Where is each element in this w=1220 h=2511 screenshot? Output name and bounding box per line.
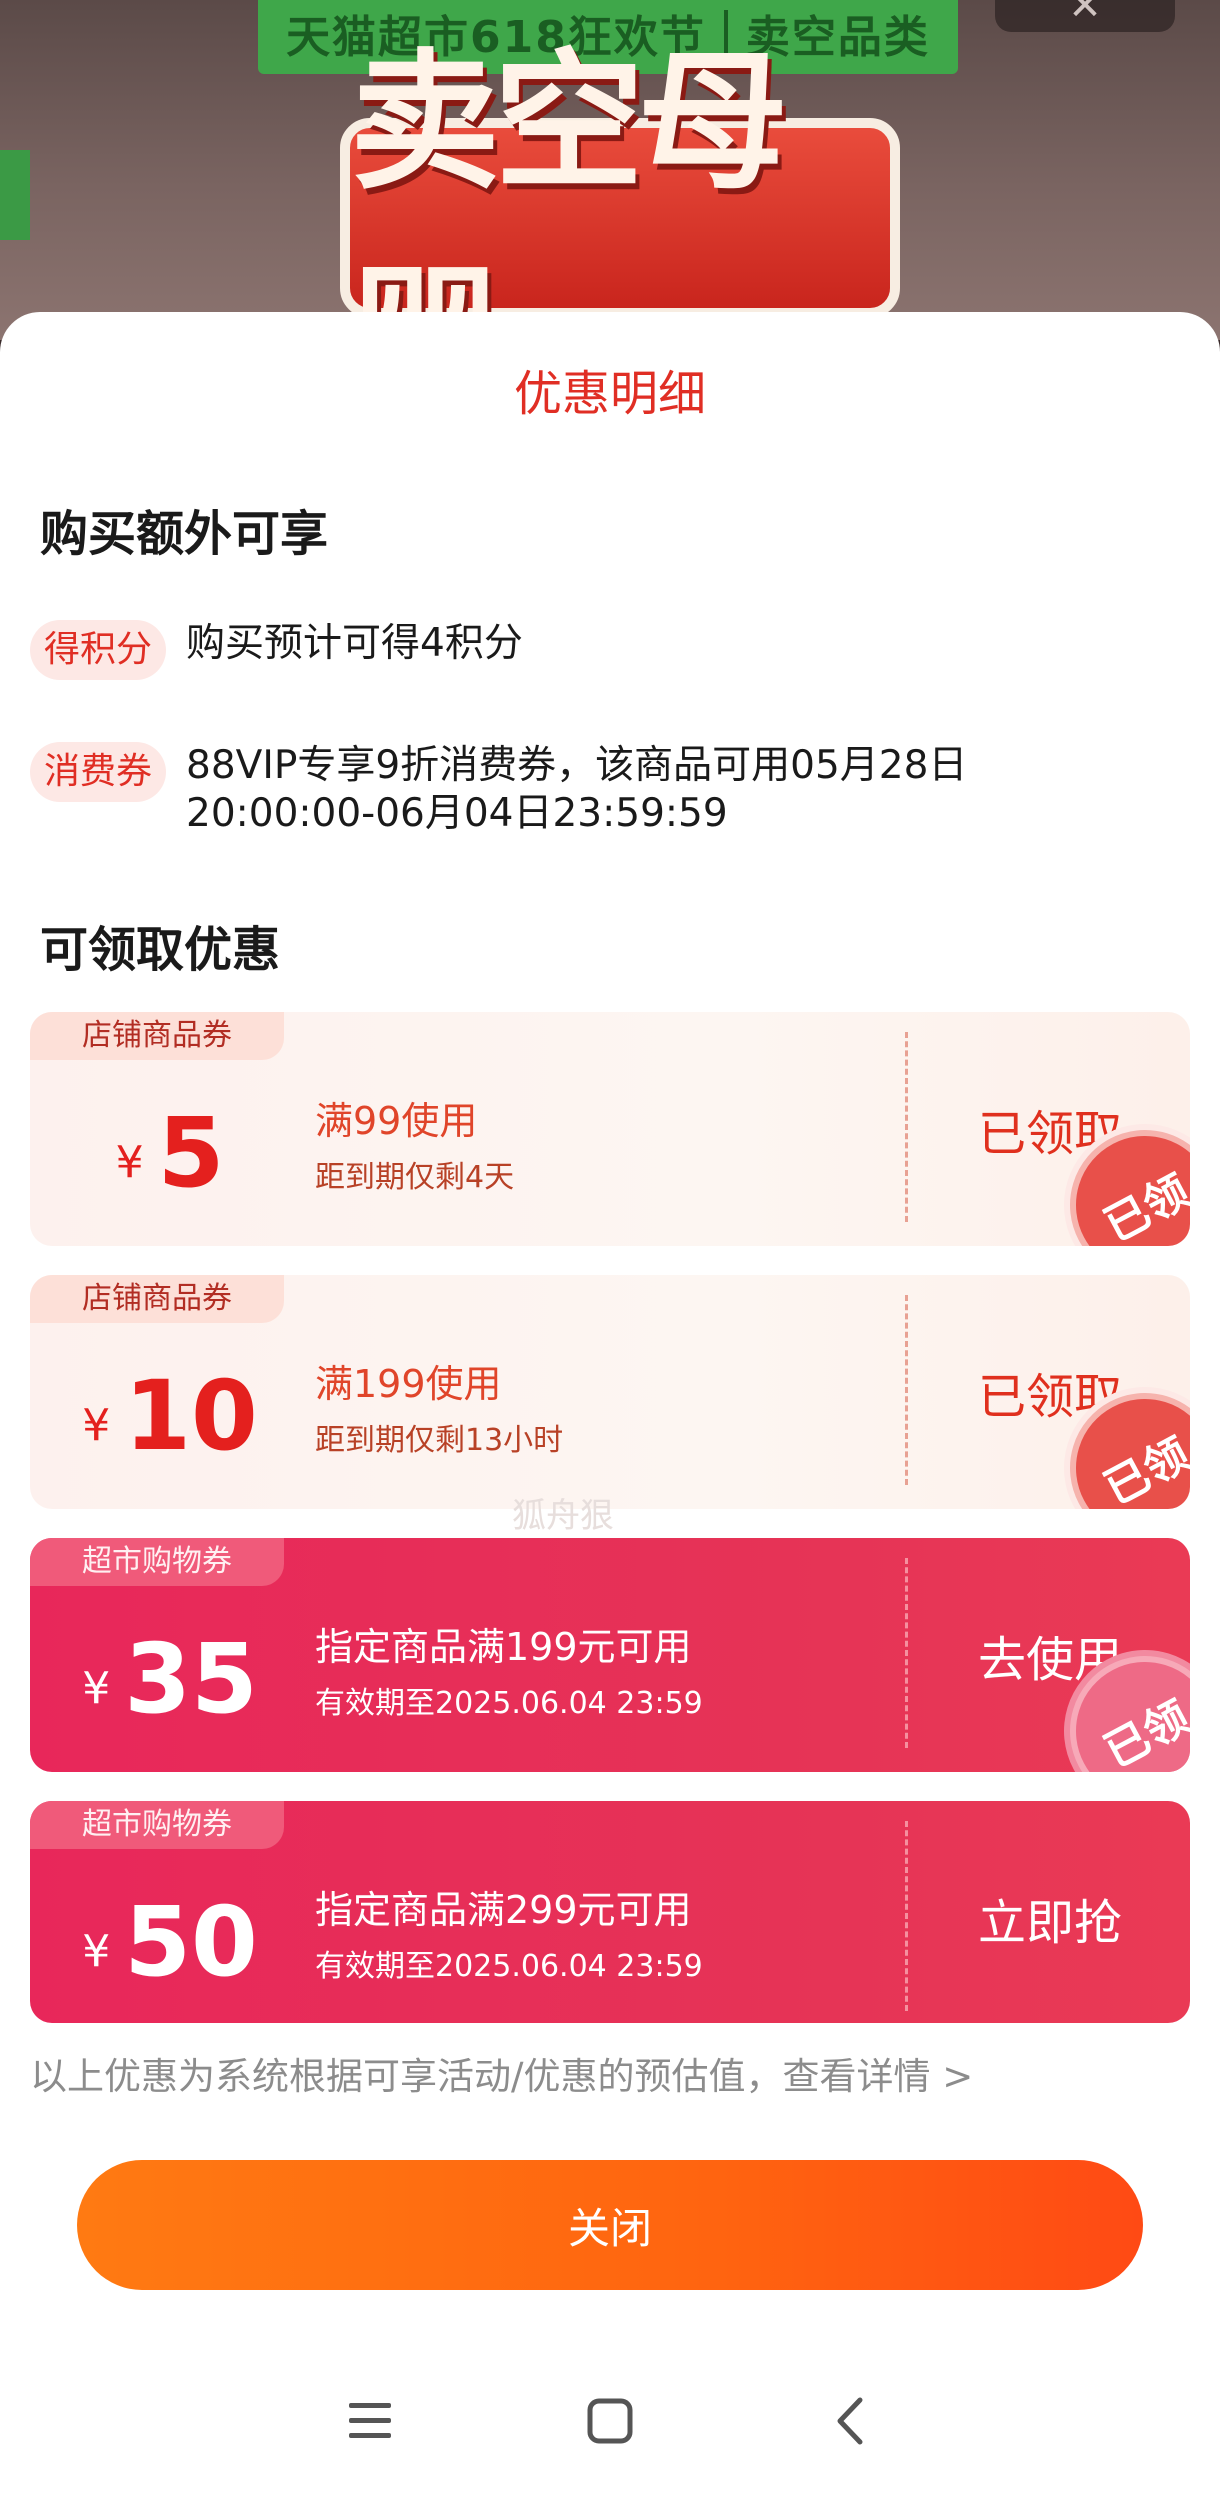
coupon-condition: 指定商品满299元可用 [315, 1888, 692, 1932]
coupon-card: 超市购物券 ¥ 50 指定商品满299元可用 有效期至2025.06.04 23… [30, 1801, 1190, 2023]
back-icon[interactable] [810, 2381, 890, 2461]
coupon-amount: ¥ 35 [30, 1586, 310, 1772]
coupon-condition: 满99使用 [315, 1099, 478, 1143]
grab-now-button[interactable]: 立即抢 [910, 1801, 1190, 2023]
coupon-expiry-note: 距到期仅剩13小时 [315, 1423, 564, 1458]
coupon-value: 5 [157, 1097, 225, 1209]
currency-symbol: ¥ [115, 1136, 144, 1188]
details-link[interactable]: 以上优惠为系统根据可享活动/优惠的预估值，查看详情 > [30, 2046, 973, 2100]
perk-text: 购买预计可得4积分 [186, 621, 523, 666]
perk-tag: 得积分 [30, 620, 167, 680]
coupon-validity: 有效期至2025.06.04 23:59 [315, 1686, 703, 1721]
system-navigation-bar [0, 2330, 1220, 2511]
perk-voucher: 消费券 88VIP专享9折消费券，该商品可用05月28日20:00:00-06月… [30, 742, 1006, 838]
background-decoration [0, 150, 30, 240]
menu-icon[interactable] [330, 2381, 410, 2461]
coupon-type-tag: 店铺商品券 [30, 1012, 284, 1060]
background-close-button[interactable]: ✕ [995, 0, 1175, 32]
watermark: 狐舟狠 [512, 1496, 614, 1536]
background-banner: 天猫超市618狂欢节 卖空品类 卖空母婴 ✕ [0, 0, 1220, 340]
coupon-card: 超市购物券 ¥ 35 指定商品满199元可用 有效期至2025.06.04 23… [30, 1538, 1190, 1772]
coupon-validity: 有效期至2025.06.04 23:59 [315, 1949, 703, 1984]
coupon-type-tag: 超市购物券 [30, 1538, 284, 1586]
coupon-card: 店铺商品券 ¥ 10 满199使用 距到期仅剩13小时 已领取 已领 [30, 1275, 1190, 1509]
coupon-expiry-note: 距到期仅剩4天 [315, 1160, 515, 1195]
coupon-type-tag: 店铺商品券 [30, 1275, 284, 1323]
coupon-value: 50 [124, 1886, 258, 1998]
coupons-section-title: 可领取优惠 [40, 922, 281, 978]
coupon-amount: ¥ 10 [30, 1323, 310, 1509]
coupon-card: 店铺商品券 ¥ 5 满99使用 距到期仅剩4天 已领取 已领 [30, 1012, 1190, 1246]
perks-section-title: 购买额外可享 [40, 506, 329, 562]
perk-text: 88VIP专享9折消费券，该商品可用05月28日20:00:00-06月04日2… [186, 743, 968, 836]
coupon-type-tag: 超市购物券 [30, 1801, 284, 1849]
currency-symbol: ¥ [82, 1399, 111, 1451]
coupon-condition: 指定商品满199元可用 [315, 1625, 692, 1669]
coupon-divider [905, 1558, 908, 1748]
close-button[interactable]: 关闭 [77, 2160, 1143, 2290]
perk-tag: 消费券 [30, 742, 167, 802]
perk-points: 得积分 购买预计可得4积分 [30, 620, 1006, 680]
coupon-value: 35 [124, 1623, 258, 1735]
discount-details-sheet: 优惠明细 购买额外可享 得积分 购买预计可得4积分 消费券 88VIP专享9折消… [0, 312, 1220, 2511]
coupon-divider [905, 1032, 908, 1222]
coupon-divider [905, 1295, 908, 1485]
coupon-amount: ¥ 5 [30, 1060, 310, 1246]
close-icon: ✕ [1068, 0, 1102, 29]
coupon-value: 10 [124, 1360, 258, 1472]
coupon-condition: 满199使用 [315, 1362, 502, 1406]
currency-symbol: ¥ [82, 1662, 111, 1714]
promo-headline: 卖空母婴 [340, 36, 900, 340]
currency-symbol: ¥ [82, 1925, 111, 1977]
home-icon[interactable] [570, 2381, 650, 2461]
coupon-divider [905, 1821, 908, 2011]
sheet-title: 优惠明细 [513, 366, 706, 422]
coupon-amount: ¥ 50 [30, 1849, 310, 2023]
